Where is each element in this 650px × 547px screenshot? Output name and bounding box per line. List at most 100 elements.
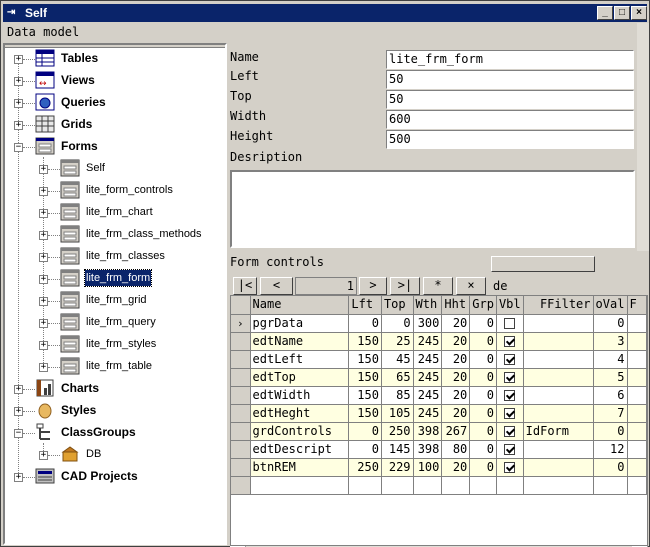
visible-checkbox[interactable] bbox=[504, 335, 516, 347]
table-cell[interactable]: 267 bbox=[441, 422, 471, 441]
last-record-button[interactable]: >| bbox=[390, 277, 420, 295]
row-indicator[interactable] bbox=[231, 440, 251, 459]
column-header[interactable]: Grp bbox=[469, 296, 497, 315]
table-cell[interactable] bbox=[627, 314, 647, 333]
width-field[interactable]: 600 bbox=[386, 110, 634, 129]
name-field[interactable]: lite_frm_form bbox=[386, 50, 634, 69]
tree-item-tables[interactable]: Tables bbox=[61, 50, 98, 66]
table-cell[interactable]: edtTop bbox=[250, 368, 350, 387]
row-indicator[interactable] bbox=[231, 404, 251, 423]
first-record-button[interactable]: |< bbox=[233, 277, 257, 295]
tree-item-styles[interactable]: Styles bbox=[61, 402, 96, 418]
table-cell[interactable]: 0 bbox=[469, 404, 497, 423]
row-indicator[interactable] bbox=[231, 386, 251, 405]
table-cell[interactable]: 0 bbox=[469, 314, 497, 333]
column-header[interactable]: Top bbox=[381, 296, 414, 315]
delete-record-button[interactable]: × bbox=[456, 277, 486, 295]
table-cell[interactable]: 245 bbox=[413, 368, 443, 387]
table-cell[interactable]: 45 bbox=[381, 350, 414, 369]
tree-item-form[interactable]: lite_frm_chart bbox=[86, 204, 153, 220]
tree-item-form[interactable]: lite_form_controls bbox=[86, 182, 173, 198]
tree-item-charts[interactable]: Charts bbox=[61, 380, 99, 396]
table-cell[interactable]: 20 bbox=[441, 386, 471, 405]
table-cell[interactable]: 6 bbox=[593, 386, 628, 405]
row-indicator[interactable] bbox=[231, 368, 251, 387]
table-row[interactable]: edtHeght 150 105 245 20 0 7 bbox=[231, 404, 647, 423]
table-row[interactable]: edtLeft 150 45 245 20 0 4 bbox=[231, 350, 647, 369]
table-cell[interactable]: 0 bbox=[469, 350, 497, 369]
table-cell[interactable] bbox=[523, 368, 594, 387]
table-row[interactable]: edtTop 150 65 245 20 0 5 bbox=[231, 368, 647, 387]
height-field[interactable]: 500 bbox=[386, 130, 634, 149]
expand-item-icon[interactable]: + bbox=[39, 165, 48, 174]
expand-item-icon[interactable]: + bbox=[39, 363, 48, 372]
expand-queries-icon[interactable]: + bbox=[14, 99, 23, 108]
tree-item-grids[interactable]: Grids bbox=[61, 116, 92, 132]
table-cell[interactable]: edtWidth bbox=[250, 386, 350, 405]
table-cell[interactable]: 100 bbox=[413, 458, 443, 477]
table-cell[interactable] bbox=[496, 440, 524, 459]
tree-item-forms[interactable]: Forms bbox=[61, 138, 98, 154]
visible-checkbox[interactable] bbox=[504, 461, 516, 473]
table-cell[interactable]: edtLeft bbox=[250, 350, 350, 369]
visible-checkbox[interactable] bbox=[504, 443, 516, 455]
table-cell[interactable]: 3 bbox=[593, 332, 628, 351]
left-field[interactable]: 50 bbox=[386, 70, 634, 89]
table-cell[interactable]: 0 bbox=[348, 314, 382, 333]
table-cell[interactable] bbox=[627, 458, 647, 477]
table-cell[interactable]: 0 bbox=[469, 332, 497, 351]
expand-item-icon[interactable]: + bbox=[39, 319, 48, 328]
table-cell[interactable]: 150 bbox=[348, 386, 382, 405]
table-cell[interactable]: 0 bbox=[593, 422, 628, 441]
table-cell[interactable]: 20 bbox=[441, 458, 471, 477]
column-header[interactable]: Vbl bbox=[496, 296, 524, 315]
column-header[interactable]: Lft bbox=[348, 296, 382, 315]
table-cell[interactable]: 105 bbox=[381, 404, 414, 423]
table-cell[interactable] bbox=[496, 404, 524, 423]
table-cell[interactable]: edtName bbox=[250, 332, 350, 351]
expand-item-icon[interactable]: + bbox=[39, 209, 48, 218]
tree-item-form[interactable]: lite_frm_styles bbox=[86, 336, 156, 352]
next-record-button[interactable]: > bbox=[359, 277, 387, 295]
table-row[interactable]: btnREM 250 229 100 20 0 0 bbox=[231, 458, 647, 477]
table-cell[interactable]: 0 bbox=[381, 314, 414, 333]
column-header[interactable]: F bbox=[627, 296, 647, 315]
table-cell[interactable] bbox=[523, 386, 594, 405]
table-cell[interactable]: 150 bbox=[348, 350, 382, 369]
expand-charts-icon[interactable]: + bbox=[14, 385, 23, 394]
row-indicator[interactable]: › bbox=[231, 314, 251, 333]
table-cell[interactable] bbox=[496, 350, 524, 369]
expand-item-icon[interactable]: + bbox=[39, 231, 48, 240]
expand-item-icon[interactable]: + bbox=[39, 297, 48, 306]
visible-checkbox[interactable] bbox=[504, 389, 516, 401]
data-model-tree[interactable]: + Tables + ↔ Views + Queries + Grids − F… bbox=[3, 43, 227, 545]
table-row[interactable]: edtDescript 0 145 398 80 0 12 bbox=[231, 440, 647, 459]
expand-item-icon[interactable]: + bbox=[39, 275, 48, 284]
table-cell[interactable]: edtDescript bbox=[250, 440, 350, 459]
record-number-field[interactable]: 1 bbox=[295, 277, 357, 295]
table-cell[interactable]: 0 bbox=[348, 422, 382, 441]
table-cell[interactable] bbox=[523, 350, 594, 369]
expand-grids-icon[interactable]: + bbox=[14, 121, 23, 130]
table-cell[interactable]: 245 bbox=[413, 332, 443, 351]
tree-item-form[interactable]: lite_frm_query bbox=[86, 314, 156, 330]
table-cell[interactable] bbox=[627, 350, 647, 369]
table-cell[interactable]: grdControls bbox=[250, 422, 350, 441]
tree-item-form[interactable]: Self bbox=[86, 160, 105, 176]
table-cell[interactable]: 85 bbox=[381, 386, 414, 405]
table-cell[interactable]: 0 bbox=[469, 458, 497, 477]
visible-checkbox[interactable] bbox=[504, 407, 516, 419]
table-cell[interactable]: IdForm bbox=[523, 422, 594, 441]
table-row[interactable]: › pgrData 0 0 300 20 0 0 bbox=[231, 314, 647, 333]
expand-item-icon[interactable]: + bbox=[39, 187, 48, 196]
visible-checkbox[interactable] bbox=[504, 371, 516, 383]
expand-styles-icon[interactable]: + bbox=[14, 407, 23, 416]
table-cell[interactable]: 150 bbox=[348, 368, 382, 387]
table-cell[interactable] bbox=[627, 422, 647, 441]
column-header[interactable]: oVal bbox=[593, 296, 628, 315]
table-cell[interactable]: 250 bbox=[381, 422, 414, 441]
row-indicator[interactable] bbox=[231, 332, 251, 351]
table-cell[interactable]: 245 bbox=[413, 386, 443, 405]
table-cell[interactable] bbox=[496, 386, 524, 405]
table-cell[interactable] bbox=[523, 404, 594, 423]
